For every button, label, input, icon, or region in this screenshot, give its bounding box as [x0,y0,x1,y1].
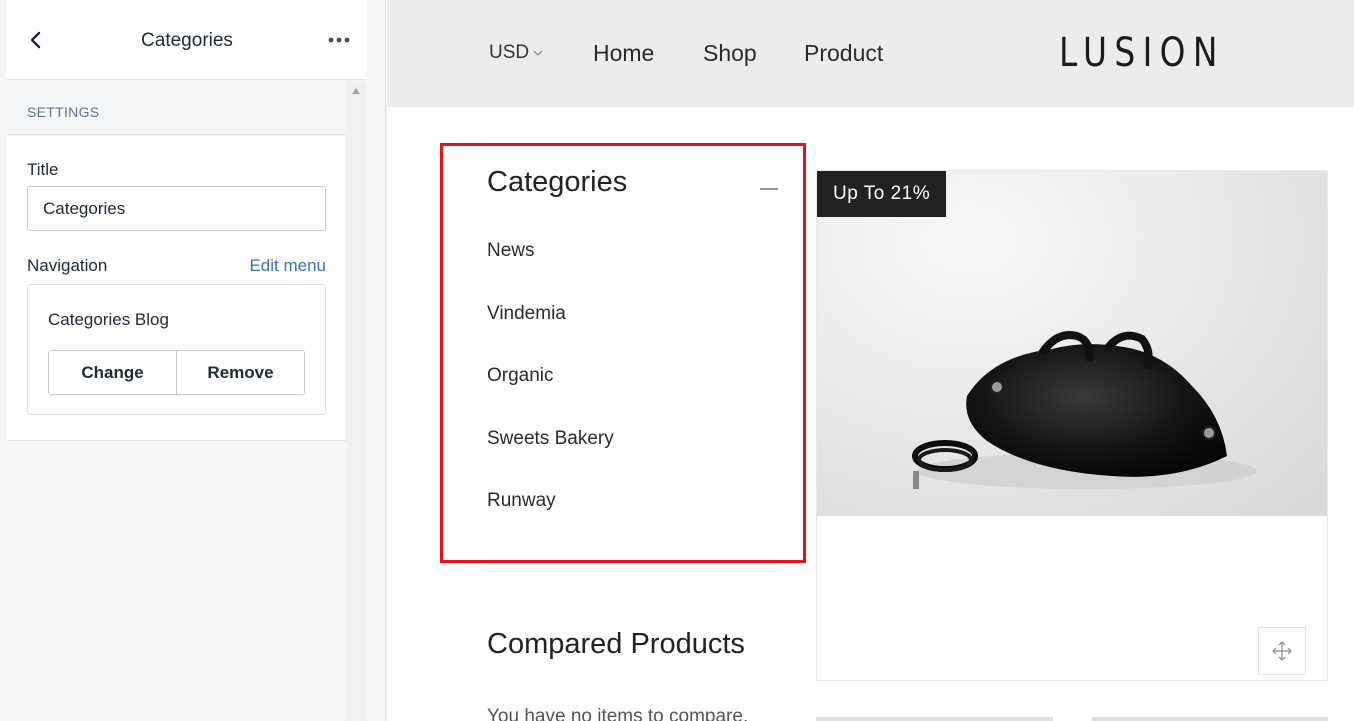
nav-product[interactable]: Product [804,40,883,67]
chevron-down-icon [533,50,543,56]
title-field-label: Title [27,160,59,179]
categories-title: Categories [487,166,628,198]
navigation-menu-card: Categories Blog Change Remove [27,284,326,415]
leather-bag-image [912,331,1257,489]
menu-button-group: Change Remove [48,350,305,395]
change-button[interactable]: Change [49,351,176,394]
navigation-label: Navigation [27,256,108,275]
zoom-button[interactable] [1258,627,1306,675]
category-item-vindemia[interactable]: Vindemia [487,303,566,325]
category-item-organic[interactable]: Organic [487,365,554,387]
more-horizontal-icon[interactable] [327,30,351,50]
move-arrows-icon [1272,641,1292,661]
storefront-preview: USD Home Shop Product LUSION Categories … [387,0,1354,721]
menu-name: Categories Blog [48,310,169,329]
product-photo[interactable] [817,171,1327,516]
settings-label: SETTINGS [27,104,100,120]
thumbnail-strip [816,717,1053,721]
product-image-frame[interactable]: Up To 21% [816,170,1328,681]
scroll-up-arrow-icon[interactable] [352,88,360,94]
thumbnail-strip [1092,717,1328,721]
currency-selector[interactable]: USD [489,42,543,64]
compared-products-empty-text: You have no items to compare. [487,706,749,721]
nav-home[interactable]: Home [593,40,654,67]
category-item-news[interactable]: News [487,240,535,262]
settings-section-header: SETTINGS [7,81,346,135]
theme-editor-panel: Categories SETTINGS Title Navigation Edi… [0,0,386,721]
compared-products-title: Compared Products [487,628,745,660]
editor-header: Categories [7,0,367,80]
brand-logo[interactable]: LUSION [1059,30,1225,76]
sale-badge: Up To 21% [817,171,947,217]
category-item-sweets-bakery[interactable]: Sweets Bakery [487,428,614,450]
editor-title: Categories [141,30,233,51]
currency-value: USD [489,42,530,63]
settings-body: Title Navigation Edit menu Categories Bl… [7,136,346,441]
remove-button[interactable]: Remove [176,351,304,394]
store-header: USD Home Shop Product LUSION [387,0,1354,107]
title-input[interactable] [27,186,326,231]
edit-menu-link[interactable]: Edit menu [249,256,326,276]
editor-scrollbar[interactable] [346,81,367,721]
collapse-minus-icon[interactable] [760,188,778,190]
nav-shop[interactable]: Shop [703,40,757,67]
widget-divider [487,571,777,572]
category-item-runway[interactable]: Runway [487,490,556,512]
